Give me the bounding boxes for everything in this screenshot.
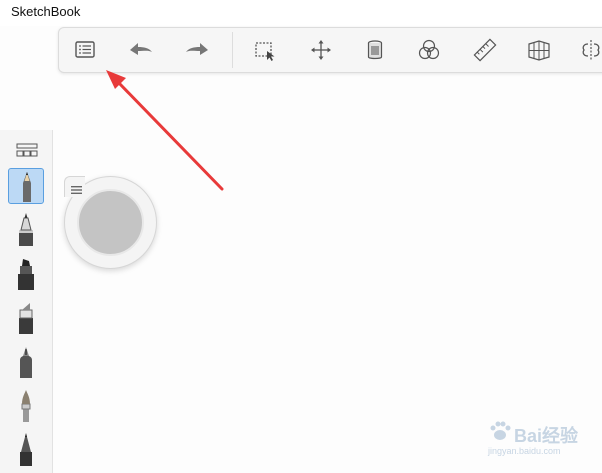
brush-panel <box>0 130 53 473</box>
brush-library-icon[interactable] <box>16 142 38 160</box>
transform-icon[interactable] <box>307 36 335 64</box>
fineliner-icon[interactable] <box>8 344 44 380</box>
color-swatch[interactable] <box>77 189 144 256</box>
title-bar: SketchBook <box>0 0 602 26</box>
symmetry-icon[interactable] <box>577 36 602 64</box>
toolbar-divider <box>232 32 233 68</box>
paintbrush-icon[interactable] <box>8 388 44 424</box>
watermark-text: Bai经验 <box>514 426 579 446</box>
main-toolbar <box>58 27 602 73</box>
color-circles-icon[interactable] <box>415 36 443 64</box>
perspective-icon[interactable] <box>525 36 553 64</box>
redo-icon[interactable] <box>183 36 211 64</box>
baidu-watermark: Bai经验 jingyan.baidu.com <box>486 418 596 462</box>
undo-icon[interactable] <box>127 36 155 64</box>
pencil-icon[interactable] <box>8 168 44 204</box>
marker-icon[interactable] <box>8 256 44 292</box>
selection-icon[interactable] <box>251 36 279 64</box>
chisel-marker-icon[interactable] <box>8 300 44 336</box>
app-title: SketchBook <box>11 4 81 19</box>
ruler-icon[interactable] <box>471 36 499 64</box>
paw-icon <box>490 421 511 440</box>
puck-menu-icon[interactable] <box>71 182 82 194</box>
ink-pen-icon[interactable] <box>8 432 44 468</box>
color-puck <box>64 176 157 269</box>
ballpoint-pen-icon[interactable] <box>8 212 44 248</box>
list-icon[interactable] <box>71 36 99 64</box>
layer-icon[interactable] <box>361 36 389 64</box>
watermark-url: jingyan.baidu.com <box>488 446 561 456</box>
